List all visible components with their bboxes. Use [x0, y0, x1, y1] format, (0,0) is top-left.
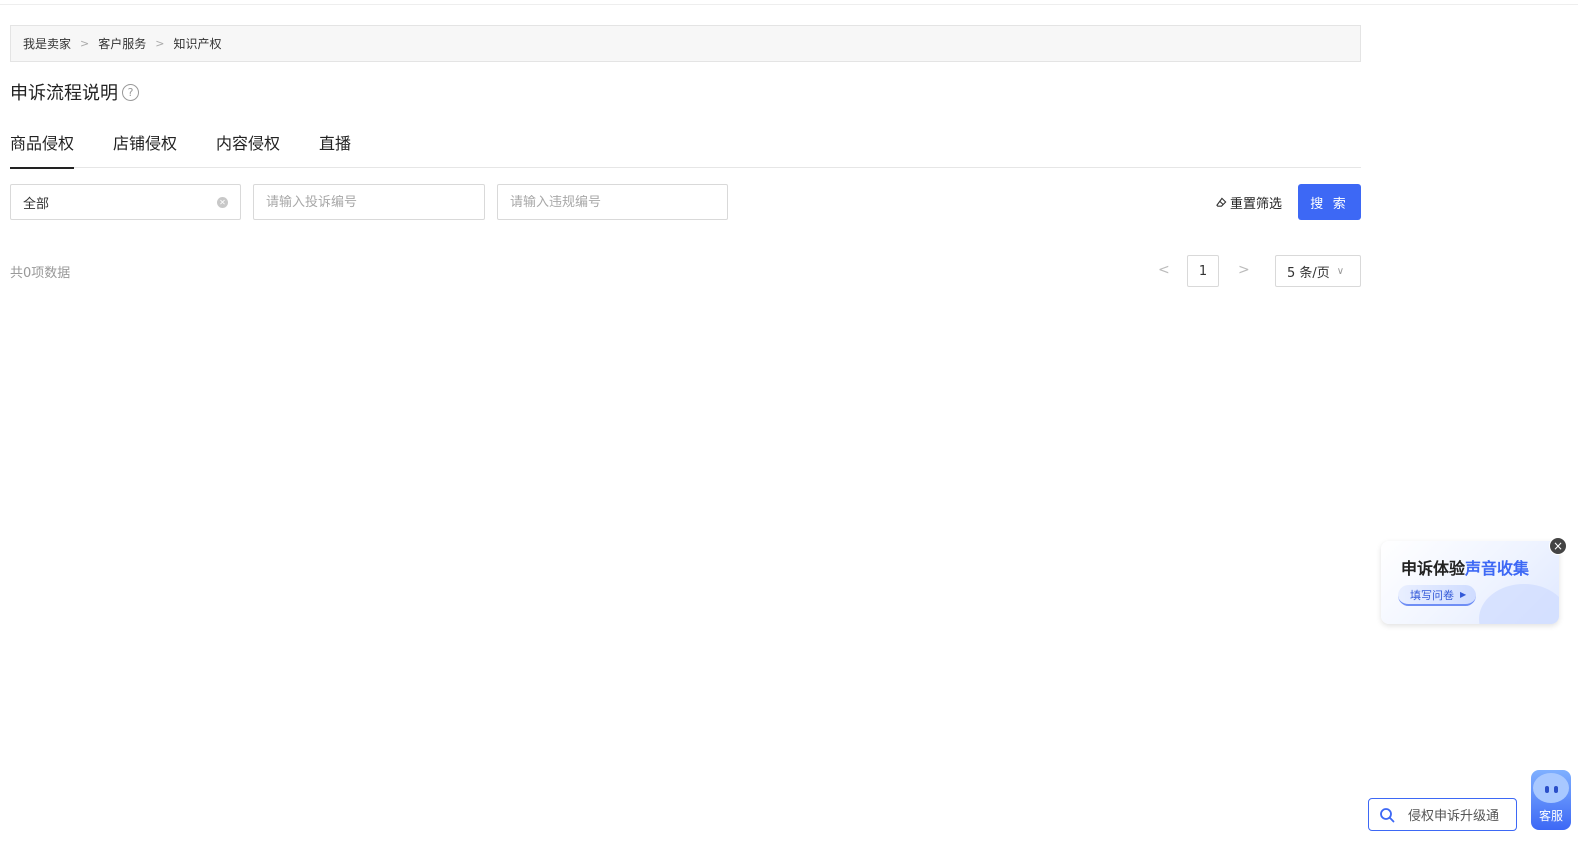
fill-survey-button[interactable]: 填写问卷 ▶: [1398, 585, 1477, 606]
complaint-number-input[interactable]: [266, 194, 472, 210]
page-size-select[interactable]: 5 条/页 ∨: [1275, 255, 1361, 287]
violation-number-field[interactable]: [497, 184, 728, 220]
mascot-avatar: [1533, 773, 1569, 803]
survey-banner[interactable]: 申诉体验声音收集 填写问卷 ▶: [1381, 541, 1559, 624]
mascot-eye: [1545, 786, 1549, 793]
survey-title: 申诉体验声音收集: [1401, 555, 1529, 579]
breadcrumb-separator: >: [80, 37, 90, 50]
help-icon[interactable]: ?: [122, 83, 139, 101]
violation-number-input[interactable]: [510, 194, 715, 210]
breadcrumb-item-ip: 知识产权: [173, 37, 222, 51]
customer-service-button[interactable]: 客服: [1531, 770, 1571, 830]
chevron-right-icon[interactable]: >: [1238, 262, 1250, 278]
page-title-text: 申诉流程说明: [10, 83, 118, 104]
clear-icon[interactable]: ✕: [217, 196, 228, 208]
page-title: 申诉流程说明 ?: [10, 79, 139, 105]
page-size-value: 5 条/页: [1287, 265, 1330, 281]
tab-bar: 商品侵权 店铺侵权 内容侵权 直播: [10, 125, 1361, 169]
tab-store-infringement[interactable]: 店铺侵权: [113, 125, 177, 168]
survey-title-part2: 声音收集: [1465, 559, 1530, 578]
top-divider: [0, 4, 1578, 5]
breadcrumb-item-service[interactable]: 客户服务: [98, 35, 146, 52]
tab-product-infringement[interactable]: 商品侵权: [10, 125, 75, 169]
search-button[interactable]: 搜 索: [1298, 184, 1361, 220]
complaint-number-field[interactable]: [253, 184, 485, 220]
breadcrumb-separator: >: [155, 37, 165, 50]
eraser-icon: [1216, 197, 1227, 207]
decorative-blob: [1479, 584, 1559, 624]
page-number-current[interactable]: 1: [1187, 255, 1219, 287]
status-select[interactable]: 全部 ✕: [10, 184, 241, 220]
help-search-box[interactable]: 侵权申诉升级通: [1368, 798, 1517, 831]
breadcrumb-item-seller[interactable]: 我是卖家: [23, 35, 71, 52]
chevron-left-icon[interactable]: <: [1158, 262, 1170, 278]
customer-service-label: 客服: [1538, 809, 1563, 823]
status-select-value: 全部: [23, 196, 50, 212]
survey-title-part1: 申诉体验: [1401, 559, 1466, 578]
close-icon[interactable]: ×: [1549, 537, 1567, 555]
total-count: 共0项数据: [10, 266, 71, 281]
tab-content-infringement[interactable]: 内容侵权: [216, 125, 280, 168]
play-icon: ▶: [1460, 590, 1467, 599]
mascot-eye: [1554, 786, 1558, 793]
reset-filter-label: 重置筛选: [1230, 197, 1283, 212]
help-search-text: 侵权申诉升级通: [1408, 809, 1500, 824]
search-icon: [1380, 807, 1395, 822]
breadcrumb: 我是卖家 > 客户服务 > 知识产权: [10, 25, 1361, 62]
tab-live[interactable]: 直播: [319, 125, 351, 168]
chevron-down-icon: ∨: [1336, 265, 1345, 277]
fill-survey-label: 填写问卷: [1410, 588, 1454, 602]
reset-filter-button[interactable]: 重置筛选: [1216, 193, 1282, 212]
